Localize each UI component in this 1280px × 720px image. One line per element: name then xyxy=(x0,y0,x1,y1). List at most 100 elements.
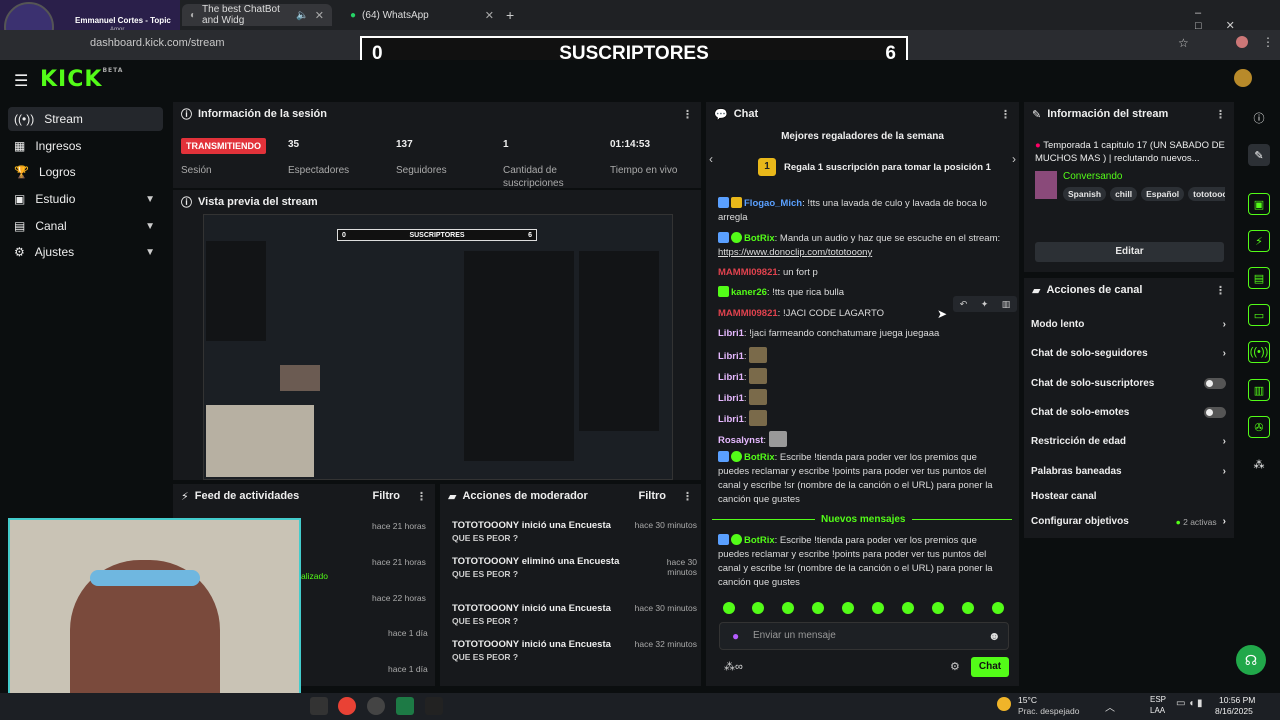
sidebar-item-stream[interactable]: ((•)) Stream xyxy=(8,107,163,131)
url-field[interactable]: dashboard.kick.com/stream xyxy=(90,37,225,49)
tag[interactable]: Spanish xyxy=(1063,187,1107,201)
tag[interactable]: chill xyxy=(1110,187,1138,201)
lang-variant[interactable]: LAA xyxy=(1150,706,1165,715)
emote-icon[interactable] xyxy=(723,602,735,614)
category-name[interactable]: Conversando xyxy=(1063,171,1122,182)
emote-icon[interactable] xyxy=(752,602,764,614)
sidebar-item-canal[interactable]: ▤ Canal ▼ xyxy=(8,214,163,238)
chat-username[interactable]: BotRix xyxy=(744,452,775,463)
excel-icon[interactable] xyxy=(396,697,414,715)
emote-icon[interactable] xyxy=(782,602,794,614)
hamburger-icon[interactable]: ☰ xyxy=(14,71,28,91)
chat-settings-icon[interactable]: ⚙ xyxy=(950,660,960,673)
sidebar-item-estudio[interactable]: ▣ Estudio ▼ xyxy=(8,187,163,211)
more-icon[interactable]: ⋮ xyxy=(1215,108,1226,121)
emote-icon[interactable] xyxy=(842,602,854,614)
toggle-switch[interactable] xyxy=(1204,378,1226,389)
tray-chevron-icon[interactable]: ︿ xyxy=(1105,699,1115,714)
emote-icon[interactable] xyxy=(992,602,1004,614)
layout-icon[interactable]: ▥ xyxy=(1248,379,1270,401)
tab-chatbot[interactable]: ◐ The best ChatBot and Widg 🔈 ✕ xyxy=(182,4,332,26)
kick-logo[interactable]: KICKBETA xyxy=(40,67,123,92)
chat-username[interactable]: MAMMI09821 xyxy=(718,267,778,278)
edit-button[interactable]: Editar xyxy=(1035,242,1224,262)
lang-code[interactable]: ESP xyxy=(1150,695,1166,704)
emote-icon[interactable] xyxy=(962,602,974,614)
broadcast-icon[interactable]: ((•)) xyxy=(1248,341,1270,363)
list-icon[interactable]: ▤ xyxy=(1248,267,1270,289)
clock-time[interactable]: 10:56 PM xyxy=(1219,695,1255,705)
obs-icon[interactable] xyxy=(367,697,385,715)
mod-filter-button[interactable]: Filtro xyxy=(639,490,667,502)
mod-user[interactable]: TOTOTOOONY xyxy=(452,639,519,650)
mic-icon[interactable]: ● xyxy=(732,629,739,643)
chevron-left-icon[interactable]: ‹ xyxy=(709,152,713,166)
action-age-restriction[interactable]: Restricción de edad › xyxy=(1031,436,1226,447)
tag[interactable]: tototooo xyxy=(1188,187,1225,201)
epic-games-icon[interactable] xyxy=(425,697,443,715)
close-icon[interactable]: ✕ xyxy=(315,9,324,22)
mod-user[interactable]: TOTOTOOONY xyxy=(452,520,519,531)
more-icon[interactable]: ⋮ xyxy=(682,490,693,503)
points-icon[interactable]: ⁂∞ xyxy=(724,660,743,673)
info-icon[interactable]: ⓘ xyxy=(1248,107,1270,129)
window-controls[interactable]: –□✕ xyxy=(1195,7,1280,32)
chat-username[interactable]: kaner26 xyxy=(731,287,767,298)
focus-icon[interactable]: ▣ xyxy=(1248,193,1270,215)
action-followers-only[interactable]: Chat de solo-seguidores › xyxy=(1031,348,1226,359)
emote-icon[interactable] xyxy=(902,602,914,614)
chat-bubble-icon[interactable]: ▭ xyxy=(1248,304,1270,326)
menu-dots-icon[interactable]: ⋮ xyxy=(1262,35,1274,49)
action-slow-mode[interactable]: Modo lento › xyxy=(1031,319,1226,330)
stream-preview-video[interactable]: 0 SUSCRIPTORES 6 xyxy=(203,214,673,480)
mod-user[interactable]: TOTOTOOONY xyxy=(452,556,519,567)
chat-username[interactable]: Libri1 xyxy=(718,328,744,339)
more-icon[interactable]: ⋮ xyxy=(1215,284,1226,297)
chat-link[interactable]: https://www.donoclip.com/tototooony xyxy=(718,247,872,258)
new-tab-button[interactable]: + xyxy=(506,7,514,23)
chevron-right-icon[interactable]: › xyxy=(1012,152,1016,166)
music-app-icon[interactable] xyxy=(310,697,328,715)
action-banned-words[interactable]: Palabras baneadas › xyxy=(1031,466,1226,477)
reply-icon[interactable]: ↶ xyxy=(960,299,968,310)
action-goals[interactable]: Configurar objetivos ● 2 activas › xyxy=(1031,516,1226,527)
profile-avatar[interactable] xyxy=(1236,36,1248,48)
chat-username[interactable]: Libri1 xyxy=(718,393,744,404)
clock-date[interactable]: 8/16/2025 xyxy=(1215,706,1253,716)
gift-prompt[interactable]: Regala 1 suscripción para tomar la posic… xyxy=(784,162,991,173)
chat-username[interactable]: Rosalynst xyxy=(718,435,763,446)
more-icon[interactable]: ⋮ xyxy=(1000,108,1011,121)
support-icon[interactable]: ☊ xyxy=(1236,645,1266,675)
tab-whatsapp[interactable]: ● (64) WhatsApp ✕ xyxy=(342,4,502,26)
pin-icon[interactable]: ✦ xyxy=(981,299,989,310)
chat-username[interactable]: MAMMI09821 xyxy=(718,308,778,319)
more-icon[interactable]: ⋮ xyxy=(682,108,693,121)
action-subs-only[interactable]: Chat de solo-suscriptores xyxy=(1031,378,1226,389)
more-icon[interactable]: ⋮ xyxy=(416,490,427,503)
sidebar-item-logros[interactable]: 🏆 Logros xyxy=(8,160,163,184)
chat-username[interactable]: Libri1 xyxy=(718,372,744,383)
action-host-channel[interactable]: Hostear canal xyxy=(1031,491,1226,502)
chat-username[interactable]: Flogao_Mich xyxy=(744,198,802,209)
chat-username[interactable]: Libri1 xyxy=(718,414,744,425)
emote-icon[interactable] xyxy=(872,602,884,614)
chat-username[interactable]: BotRix xyxy=(744,233,775,244)
toggle-switch[interactable] xyxy=(1204,407,1226,418)
emoji-icon[interactable]: ☻ xyxy=(988,629,1001,643)
tag[interactable]: Español xyxy=(1141,187,1185,201)
bookmark-star-icon[interactable]: ☆ xyxy=(1178,36,1189,50)
mod-user[interactable]: TOTOTOOONY xyxy=(452,603,519,614)
bolt-icon[interactable]: ⚡ xyxy=(1248,230,1270,252)
chat-username[interactable]: BotRix xyxy=(744,535,775,546)
close-icon[interactable]: ✕ xyxy=(485,9,494,22)
emote-icon[interactable] xyxy=(932,602,944,614)
chat-input[interactable]: ● Enviar un mensaje ☻ xyxy=(719,622,1009,650)
emote-icon[interactable] xyxy=(812,602,824,614)
pencil-icon[interactable]: ✎ xyxy=(1248,144,1270,166)
action-emotes-only[interactable]: Chat de solo-emotes xyxy=(1031,407,1226,418)
feed-filter-button[interactable]: Filtro xyxy=(373,490,401,502)
network-icon[interactable]: ▭ ◖ ▮ xyxy=(1176,698,1203,709)
sidebar-item-ajustes[interactable]: ⚙ Ajustes ▼ xyxy=(8,240,163,264)
sidebar-item-ingresos[interactable]: ▦ Ingresos xyxy=(8,134,163,158)
chrome-icon[interactable] xyxy=(338,697,356,715)
